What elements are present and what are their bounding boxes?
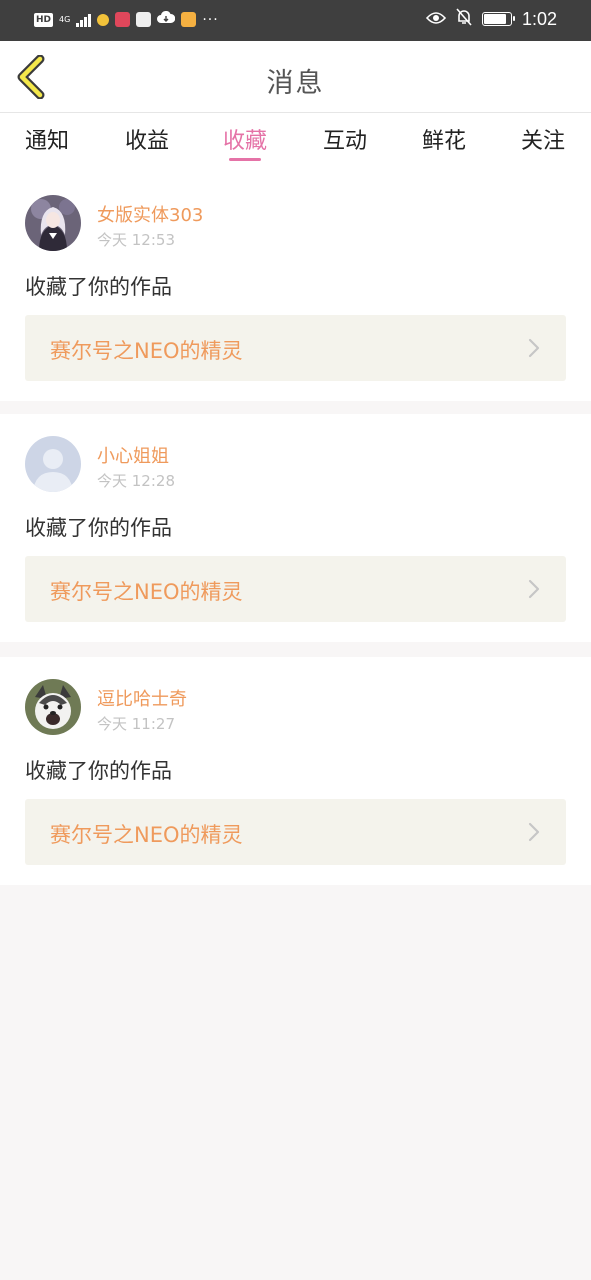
avatar[interactable] bbox=[25, 436, 81, 492]
chevron-right-icon bbox=[528, 822, 540, 842]
husky-avatar-icon bbox=[25, 679, 81, 735]
message-time: 今天 12:53 bbox=[97, 231, 175, 249]
message-time: 今天 11:27 bbox=[97, 715, 175, 733]
active-tab-indicator bbox=[229, 158, 261, 161]
work-title: 赛尔号之NEO的精灵 bbox=[50, 580, 243, 604]
tab-interactions[interactable]: 互动 bbox=[310, 123, 380, 155]
book-app-icon bbox=[115, 12, 131, 27]
more-status-icon: ··· bbox=[202, 11, 219, 28]
anime-girl-avatar-icon bbox=[25, 195, 81, 251]
status-right-icons: 1:02 bbox=[425, 8, 557, 30]
bell-off-icon bbox=[456, 8, 472, 30]
tab-favorites[interactable]: 收藏 bbox=[210, 123, 280, 155]
message-card: 逗比哈士奇 今天 11:27 收藏了你的作品 赛尔号之NEO的精灵 bbox=[0, 657, 591, 885]
page-title: 消息 bbox=[266, 68, 325, 99]
status-left-icons: HD 4G ··· bbox=[34, 10, 219, 29]
upload-app-icon bbox=[181, 12, 197, 27]
network-type: 4G bbox=[59, 14, 71, 24]
clock: 1:02 bbox=[521, 8, 557, 29]
message-action: 收藏了你的作品 bbox=[25, 759, 172, 783]
message-action: 收藏了你的作品 bbox=[25, 516, 172, 540]
work-link[interactable]: 赛尔号之NEO的精灵 bbox=[25, 799, 566, 865]
eye-icon bbox=[425, 10, 447, 29]
avatar[interactable] bbox=[25, 679, 81, 735]
message-tabs: 通知 收益 收藏 互动 鲜花 关注 bbox=[0, 113, 591, 173]
hd-indicator: HD bbox=[34, 12, 54, 27]
work-link[interactable]: 赛尔号之NEO的精灵 bbox=[25, 315, 566, 381]
username[interactable]: 女版实体303 bbox=[97, 201, 203, 227]
tab-flowers[interactable]: 鲜花 bbox=[409, 123, 479, 155]
signal-icon bbox=[76, 13, 92, 27]
status-bar: HD 4G ··· 1:02 bbox=[0, 0, 591, 41]
top-app-bar: 消息 bbox=[0, 41, 591, 113]
message-card: 女版实体303 今天 12:53 收藏了你的作品 赛尔号之NEO的精灵 bbox=[0, 173, 591, 401]
default-user-avatar-icon bbox=[25, 436, 81, 492]
chevron-right-icon bbox=[528, 579, 540, 599]
username[interactable]: 小心姐姐 bbox=[97, 442, 169, 468]
tab-earnings[interactable]: 收益 bbox=[112, 123, 182, 155]
message-action: 收藏了你的作品 bbox=[25, 275, 172, 299]
avatar[interactable] bbox=[25, 195, 81, 251]
tab-following[interactable]: 关注 bbox=[508, 123, 578, 155]
shop-app-icon bbox=[136, 12, 152, 27]
work-link[interactable]: 赛尔号之NEO的精灵 bbox=[25, 556, 566, 622]
message-card: 小心姐姐 今天 12:28 收藏了你的作品 赛尔号之NEO的精灵 bbox=[0, 414, 591, 642]
message-time: 今天 12:28 bbox=[97, 472, 175, 490]
tab-notifications[interactable]: 通知 bbox=[12, 123, 82, 155]
battery-icon bbox=[481, 12, 515, 26]
chevron-right-icon bbox=[528, 338, 540, 358]
work-title: 赛尔号之NEO的精灵 bbox=[50, 823, 243, 847]
app-notification-icon bbox=[97, 13, 110, 26]
work-title: 赛尔号之NEO的精灵 bbox=[50, 339, 243, 363]
cloud-download-icon bbox=[157, 10, 176, 29]
username[interactable]: 逗比哈士奇 bbox=[97, 685, 187, 711]
